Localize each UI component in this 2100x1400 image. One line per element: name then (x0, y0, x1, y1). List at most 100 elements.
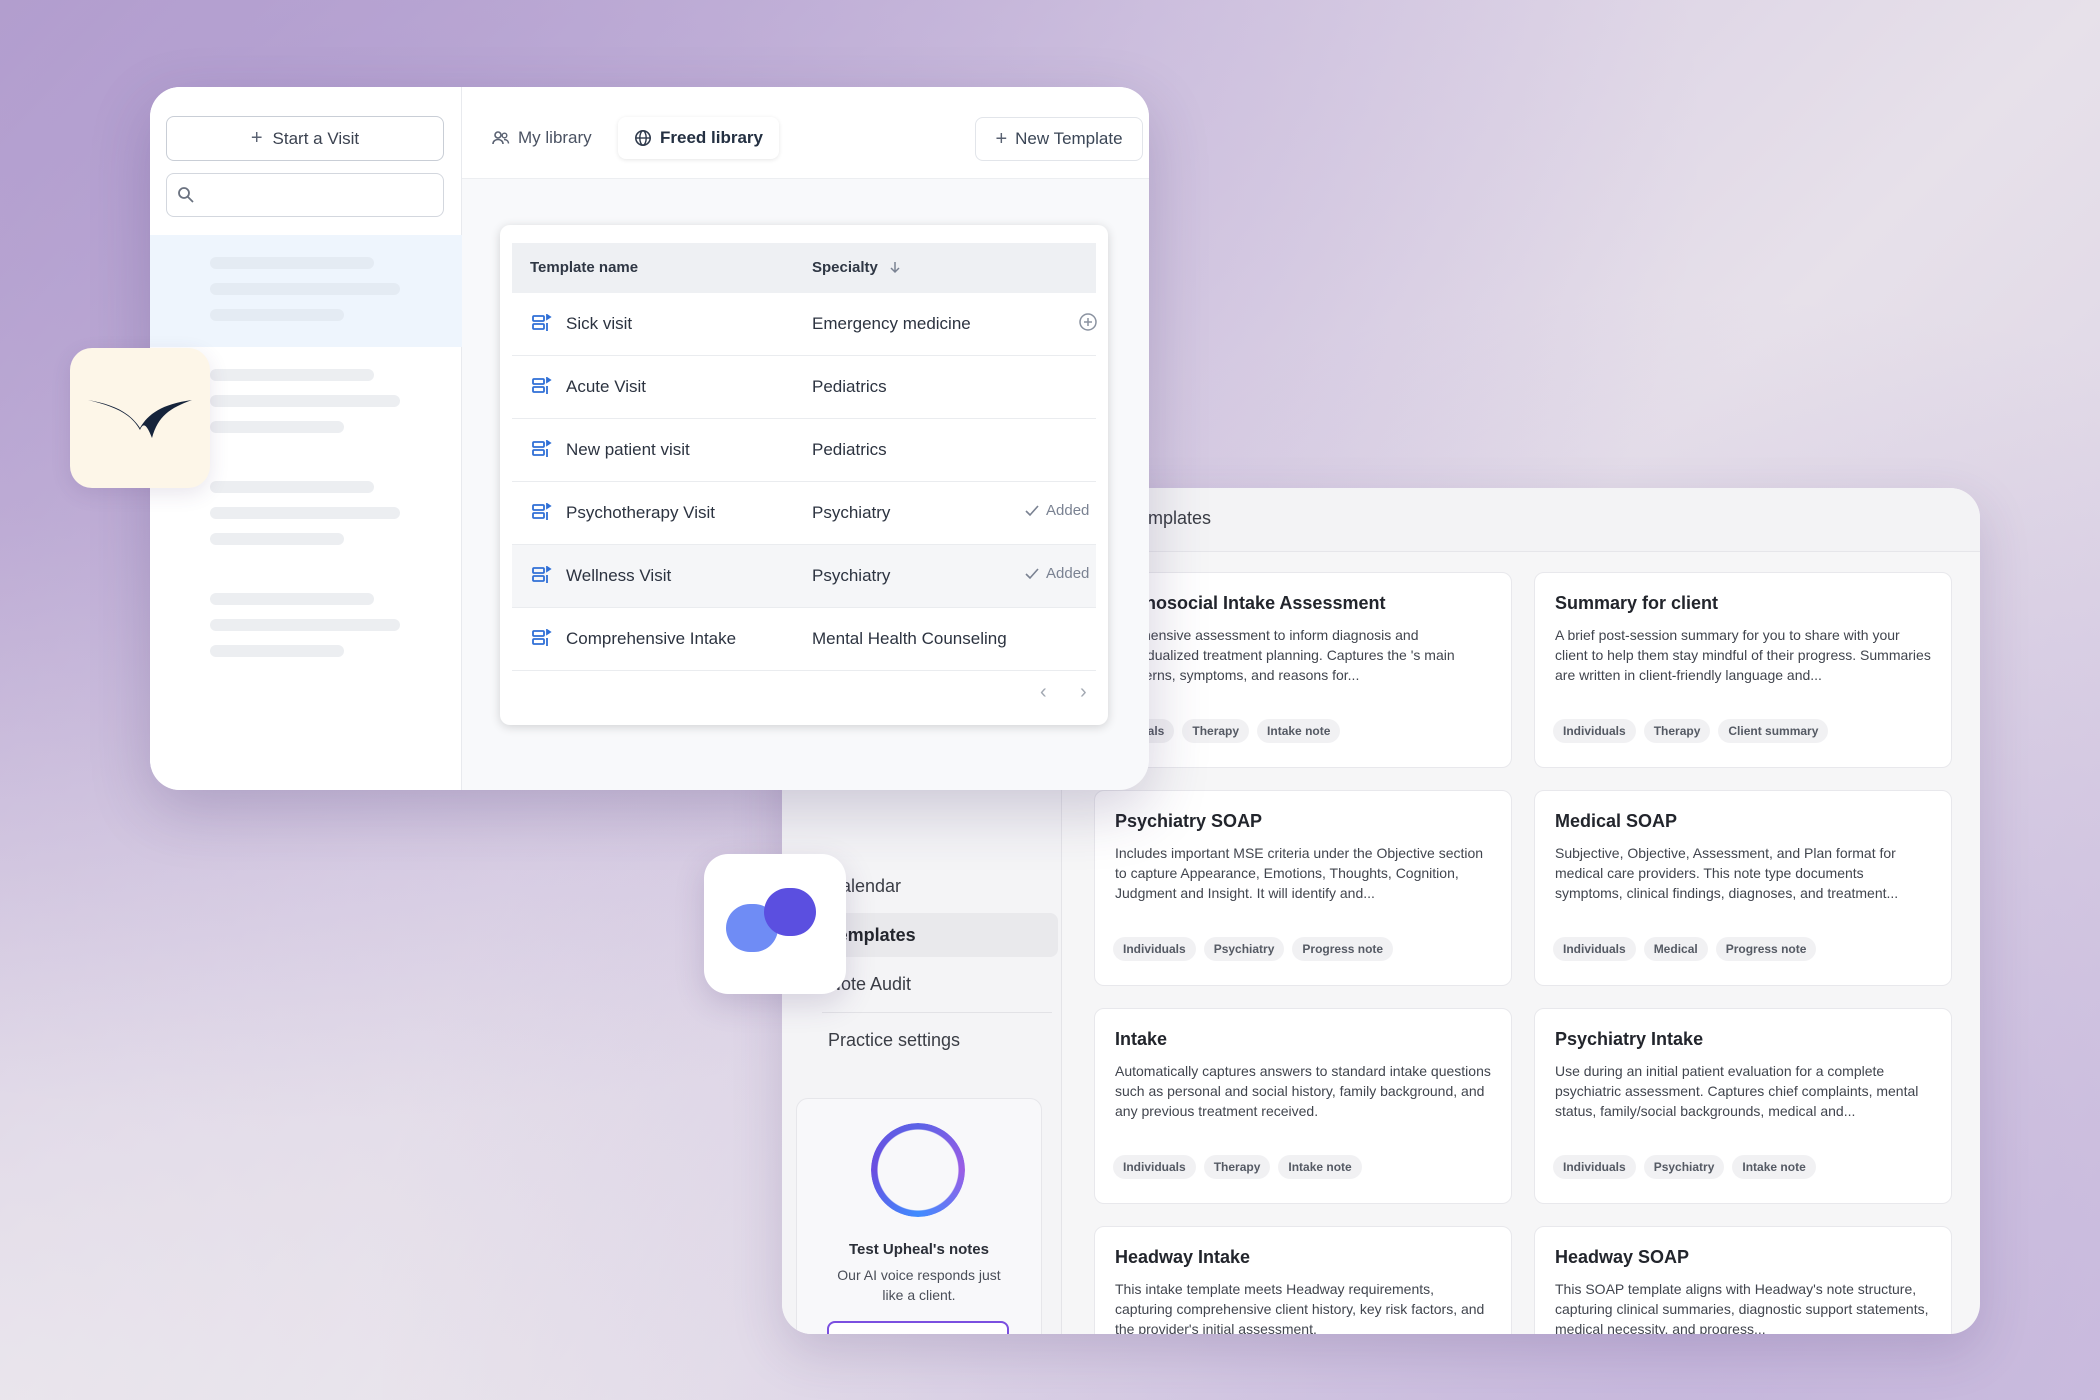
plus-icon: + (995, 127, 1008, 150)
card-description: A brief post-session summary for you to … (1555, 627, 1931, 683)
template-specialty: Mental Health Counseling (812, 629, 1007, 648)
card-title: Medical SOAP (1555, 811, 1678, 831)
search-input[interactable] (166, 173, 444, 217)
template-specialty: Psychiatry (812, 503, 891, 522)
card-tags: Individuals Medical Progress note (1553, 937, 1817, 961)
card-title: Headway Intake (1115, 1247, 1251, 1267)
template-name: Acute Visit (566, 377, 647, 396)
card-description: Includes important MSE criteria under th… (1115, 845, 1484, 901)
skeleton-line (210, 619, 400, 631)
card-title: sychosocial Intake Assessment (1115, 593, 1386, 613)
search-icon (178, 187, 194, 203)
column-template-name[interactable]: Template name (530, 259, 638, 276)
plus-icon: + (250, 127, 263, 149)
card-title: Psychiatry SOAP (1115, 811, 1263, 831)
template-icon (532, 314, 552, 331)
skeleton-line (210, 481, 374, 493)
freed-logo (70, 348, 210, 488)
template-card[interactable]: Medical SOAP Subjective, Objective, Asse… (1534, 790, 1952, 986)
template-card[interactable]: Intake Automatically captures answers to… (1094, 1008, 1512, 1204)
card-title: Intake (1115, 1029, 1168, 1049)
card-tags: Individuals Therapy Client summary (1553, 719, 1829, 743)
mock-session-promo: Test Upheal's notes Our AI voice respond… (796, 1098, 1042, 1334)
tag: Intake note (1257, 719, 1341, 743)
tag: Intake note (1732, 1155, 1816, 1179)
skeleton-line (210, 283, 400, 295)
new-template-label: New Template (1015, 129, 1123, 148)
promo-text: Our AI voice responds just like a client… (837, 1267, 1001, 1303)
template-card[interactable]: sychosocial Intake Assessment nprehensiv… (1094, 572, 1512, 768)
start-mock-session-button[interactable]: Start mock session (827, 1321, 1009, 1334)
card-description: nprehensive assessment to inform diagnos… (1115, 627, 1455, 683)
template-name: Comprehensive Intake (566, 629, 737, 648)
upheal-logo (704, 854, 846, 994)
previous-page-icon[interactable]: ‹ (1040, 681, 1047, 704)
table-row[interactable]: Psychotherapy Visit Psychiatry Added (512, 482, 1096, 545)
table-row[interactable]: New patient visit Pediatrics (512, 419, 1096, 482)
templates-table: Template name Specialty Sick visit Emerg… (500, 225, 1108, 725)
tag: Client summary (1718, 719, 1829, 743)
template-card[interactable]: Headway Intake This intake template meet… (1094, 1226, 1512, 1334)
card-tags: Individuals Therapy Intake note (1113, 1155, 1362, 1179)
upheal-bubbles-icon (726, 888, 816, 952)
template-card[interactable]: Psychiatry Intake Use during an initial … (1534, 1008, 1952, 1204)
template-icon (532, 566, 552, 583)
template-name: Wellness Visit (566, 566, 672, 585)
card-description: This SOAP template aligns with Headway's… (1555, 1281, 1929, 1334)
tab-freed-library[interactable]: Freed library (618, 117, 779, 159)
added-status: Added (1024, 565, 1089, 582)
table-row[interactable]: Comprehensive Intake Mental Health Couns… (512, 608, 1096, 671)
skeleton-line (210, 421, 344, 433)
column-label: Specialty (812, 259, 878, 276)
skeleton-line (210, 593, 374, 605)
template-card[interactable]: Summary for client A brief post-session … (1534, 572, 1952, 768)
card-description: Automatically captures answers to standa… (1115, 1063, 1491, 1119)
card-description: Subjective, Objective, Assessment, and P… (1555, 845, 1899, 901)
template-icon (532, 377, 552, 394)
tab-label: Freed library (660, 128, 763, 147)
tag: Psychiatry (1203, 937, 1285, 961)
card-title: Headway SOAP (1555, 1247, 1690, 1267)
card-description: This intake template meets Headway requi… (1115, 1281, 1485, 1334)
freed-window: + Start a Visit My library Freed library… (150, 87, 1149, 790)
next-page-icon[interactable]: › (1080, 681, 1087, 704)
tag: Individuals (1113, 937, 1196, 961)
template-card[interactable]: Psychiatry SOAP Includes important MSE c… (1094, 790, 1512, 986)
card-tags: Individuals Psychiatry Progress note (1113, 937, 1394, 961)
column-specialty[interactable]: Specialty (812, 259, 902, 276)
new-template-button[interactable]: + New Template (975, 117, 1143, 161)
tag: Therapy (1643, 719, 1711, 743)
tag: Individuals (1553, 719, 1636, 743)
tag: Individuals (1553, 937, 1636, 961)
skeleton-line (210, 645, 344, 657)
template-card[interactable]: Headway SOAP This SOAP template aligns w… (1534, 1226, 1952, 1334)
skeleton-line (210, 309, 344, 321)
freed-bird-icon (88, 400, 192, 438)
table-row[interactable]: Wellness Visit Psychiatry Added (512, 545, 1096, 608)
nav-item-practice-settings[interactable]: Practice settings (796, 1018, 1058, 1062)
start-visit-label: Start a Visit (272, 128, 360, 148)
visit-list-item-selected[interactable] (150, 235, 462, 347)
tab-my-library[interactable]: My library (476, 117, 608, 159)
template-name: Psychotherapy Visit (566, 503, 715, 522)
template-name: Sick visit (566, 314, 633, 333)
add-circle-icon[interactable] (1078, 312, 1098, 332)
library-toolbar: My library Freed library + New Template (462, 87, 1149, 179)
table-row[interactable]: Sick visit Emergency medicine (512, 293, 1098, 356)
skeleton-line (210, 257, 374, 269)
template-name: New patient visit (566, 440, 690, 459)
skeleton-line (210, 369, 374, 381)
tag: Individuals (1113, 1155, 1196, 1179)
skeleton-line (210, 395, 400, 407)
template-icon (532, 629, 552, 646)
nav-label: Practice settings (828, 1029, 961, 1050)
divider (822, 1012, 1052, 1013)
tag: Individuals (1553, 1155, 1636, 1179)
card-tags: Individuals Psychiatry Intake note (1553, 1155, 1816, 1179)
start-visit-button[interactable]: + Start a Visit (166, 116, 444, 161)
table-row[interactable]: Acute Visit Pediatrics (512, 356, 1096, 419)
people-icon (492, 131, 510, 145)
promo-title: Test Upheal's notes (849, 1241, 989, 1258)
card-description: Use during an initial patient evaluation… (1555, 1063, 1919, 1119)
tag: Therapy (1182, 719, 1250, 743)
